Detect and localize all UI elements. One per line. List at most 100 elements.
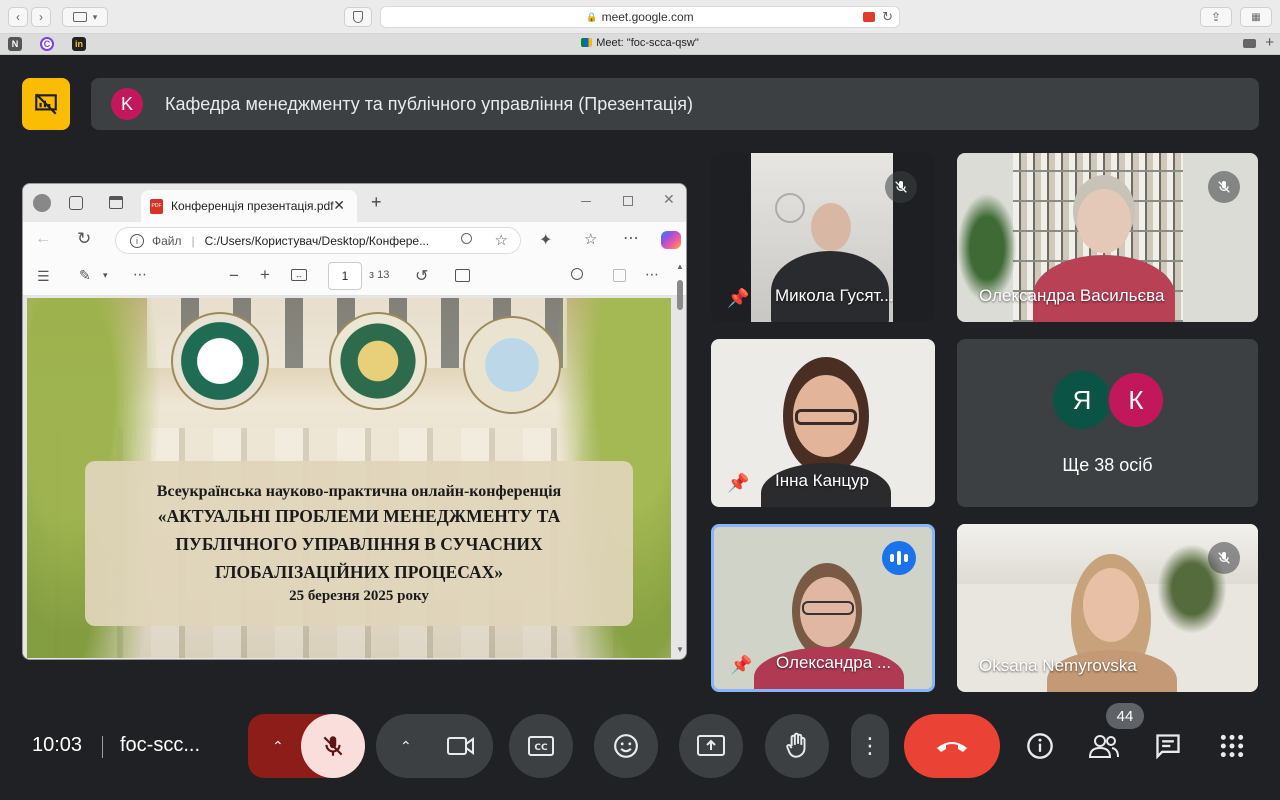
activities-button[interactable]	[1216, 730, 1248, 762]
search-icon[interactable]	[571, 268, 583, 280]
url-bar[interactable]: 🔒 meet.google.com ↻	[380, 6, 900, 28]
chat-icon	[1156, 734, 1180, 760]
participant-tile-active-speaker[interactable]: 📌 Олександра ...	[711, 524, 935, 692]
pin-icon[interactable]: 📌	[727, 288, 749, 309]
clock: 10:03	[32, 734, 83, 756]
participant-tile[interactable]: 📌 Микола Гусят...	[711, 153, 935, 322]
tab-bar: N C in Meet: "foc-scca-qsw" +	[0, 34, 1280, 55]
forward-button[interactable]: ›	[31, 7, 51, 27]
slide-subtitle: Всеукраїнська науково-практична онлайн-к…	[156, 482, 562, 500]
slide-page: Всеукраїнська науково-практична онлайн-к…	[27, 298, 671, 658]
pin-icon[interactable]: 📌	[730, 655, 752, 676]
extensions-icon[interactable]: ✦	[539, 230, 552, 250]
scroll-up-icon[interactable]: ▲	[676, 262, 684, 271]
others-tile[interactable]: Я К Ще 38 осіб	[957, 339, 1258, 507]
leave-call-button[interactable]	[904, 714, 1000, 778]
meeting-title-bar: K Кафедра менеджменту та публічного упра…	[91, 78, 1259, 130]
refresh-icon[interactable]: ↻	[77, 229, 91, 249]
favorite-star-icon[interactable]: ☆	[495, 231, 508, 249]
participant-tile[interactable]: 📌 Інна Канцур	[711, 339, 935, 507]
save-icon[interactable]	[613, 269, 626, 282]
speaking-indicator-icon	[882, 541, 916, 575]
apps-grid-icon	[1220, 734, 1244, 758]
more-vertical-icon: ⋮	[859, 733, 881, 758]
glasses-image	[795, 409, 857, 425]
meeting-code[interactable]: foc-scc...	[120, 734, 200, 757]
share-icon: ⇪	[1210, 10, 1222, 24]
slide-text-box: Всеукраїнська науково-практична онлайн-к…	[85, 461, 633, 626]
pdf-scrollbar[interactable]: ▲ ▼	[676, 262, 684, 654]
share-button[interactable]: ⇪	[1200, 7, 1232, 27]
participant-tile[interactable]: Oksana Nemyrovska	[957, 524, 1258, 692]
tab-actions-icon[interactable]	[109, 196, 123, 209]
scroll-down-icon[interactable]: ▼	[676, 645, 684, 654]
raise-hand-button[interactable]	[765, 714, 829, 778]
people-button[interactable]	[1088, 730, 1120, 762]
audio-settings-chevron-icon[interactable]: ⌃	[272, 738, 284, 755]
present-screen-icon	[697, 735, 725, 756]
profile-icon[interactable]	[33, 194, 51, 212]
collections-icon[interactable]	[69, 196, 83, 210]
page-view-icon[interactable]	[455, 269, 470, 282]
new-tab-icon[interactable]: +	[371, 192, 382, 213]
sidebar-toggle-button[interactable]: ▾	[62, 7, 108, 27]
copilot-icon[interactable]	[661, 231, 681, 249]
edge-address-bar[interactable]: i Файл | C:/Users/Користувач/Desktop/Кон…	[115, 227, 521, 254]
pdf-tab[interactable]: PDF Конференція презентація.pdf ✕	[141, 190, 357, 222]
hang-up-icon	[937, 742, 967, 752]
zoom-in-icon[interactable]: +	[260, 265, 270, 285]
others-avatar-2: К	[1107, 371, 1165, 429]
close-tab-icon[interactable]: ✕	[333, 197, 345, 214]
tab-overview-button[interactable]: ▦	[1240, 7, 1272, 27]
browser-toolbar: ‹ › ▾ 🔒 meet.google.com ↻ ⇪ ▦	[0, 0, 1280, 34]
participant-tile[interactable]: Олександра Васильєва	[957, 153, 1258, 322]
grid-icon: ▦	[1251, 11, 1261, 23]
zoom-out-icon[interactable]: −	[229, 266, 239, 286]
reload-icon[interactable]: ↻	[882, 9, 893, 25]
address-divider: |	[191, 233, 195, 248]
back-button[interactable]: ‹	[8, 7, 28, 27]
back-arrow-icon[interactable]: ←	[35, 230, 51, 248]
participant-name: Олександра Васильєва	[979, 286, 1165, 305]
captions-button[interactable]: CC	[509, 714, 573, 778]
video-settings-chevron-icon[interactable]: ⌃	[400, 738, 412, 755]
emoji-icon	[614, 734, 638, 758]
close-window-icon[interactable]: ✕	[663, 191, 675, 208]
pin-icon[interactable]: 📌	[727, 473, 749, 494]
more-options-icon[interactable]: ⋯	[623, 228, 639, 248]
minimize-icon[interactable]	[581, 201, 591, 202]
camera-button[interactable]	[429, 714, 493, 778]
favorites-icon[interactable]: ☆	[584, 230, 597, 248]
presentation-indicator-icon[interactable]	[22, 78, 70, 130]
microphone-button[interactable]	[301, 714, 365, 778]
pdf-tab-title: Конференція презентація.pdf	[171, 199, 334, 213]
fit-page-icon[interactable]: ↔	[291, 269, 307, 281]
pdf-viewer[interactable]: Всеукраїнська науково-практична онлайн-к…	[23, 296, 686, 659]
participant-face	[1083, 568, 1139, 642]
more-tools-icon[interactable]: ⋯	[133, 266, 147, 283]
contents-icon[interactable]: ☰	[37, 268, 50, 285]
present-screen-button[interactable]	[679, 714, 743, 778]
pdf-file-icon: PDF	[150, 198, 163, 214]
highlight-icon[interactable]: ✎	[79, 267, 91, 284]
url-text: meet.google.com	[601, 10, 694, 24]
zoom-icon[interactable]	[461, 233, 472, 244]
browser-tab[interactable]: Meet: "foc-scca-qsw"	[0, 37, 1280, 49]
page-number-input[interactable]: 1	[328, 262, 362, 290]
new-tab-icon[interactable]: +	[1265, 34, 1274, 51]
maximize-icon[interactable]	[623, 196, 633, 206]
privacy-shield-button[interactable]	[344, 7, 372, 27]
camera-active-icon[interactable]	[863, 12, 875, 22]
department-seal-logo	[463, 316, 561, 414]
more-options-button[interactable]: ⋮	[851, 714, 889, 778]
video-icon[interactable]	[1243, 39, 1256, 48]
chevron-down-icon[interactable]: ▾	[103, 270, 108, 281]
meeting-info-button[interactable]	[1024, 730, 1056, 762]
reactions-button[interactable]	[594, 714, 658, 778]
svg-text:CC: CC	[534, 743, 548, 753]
closed-captions-icon: CC	[528, 736, 554, 756]
chat-button[interactable]	[1152, 730, 1184, 762]
rotate-icon[interactable]: ↺	[415, 266, 428, 286]
scrollbar-thumb[interactable]	[677, 280, 683, 310]
more-options-icon[interactable]: ⋯	[645, 266, 659, 283]
